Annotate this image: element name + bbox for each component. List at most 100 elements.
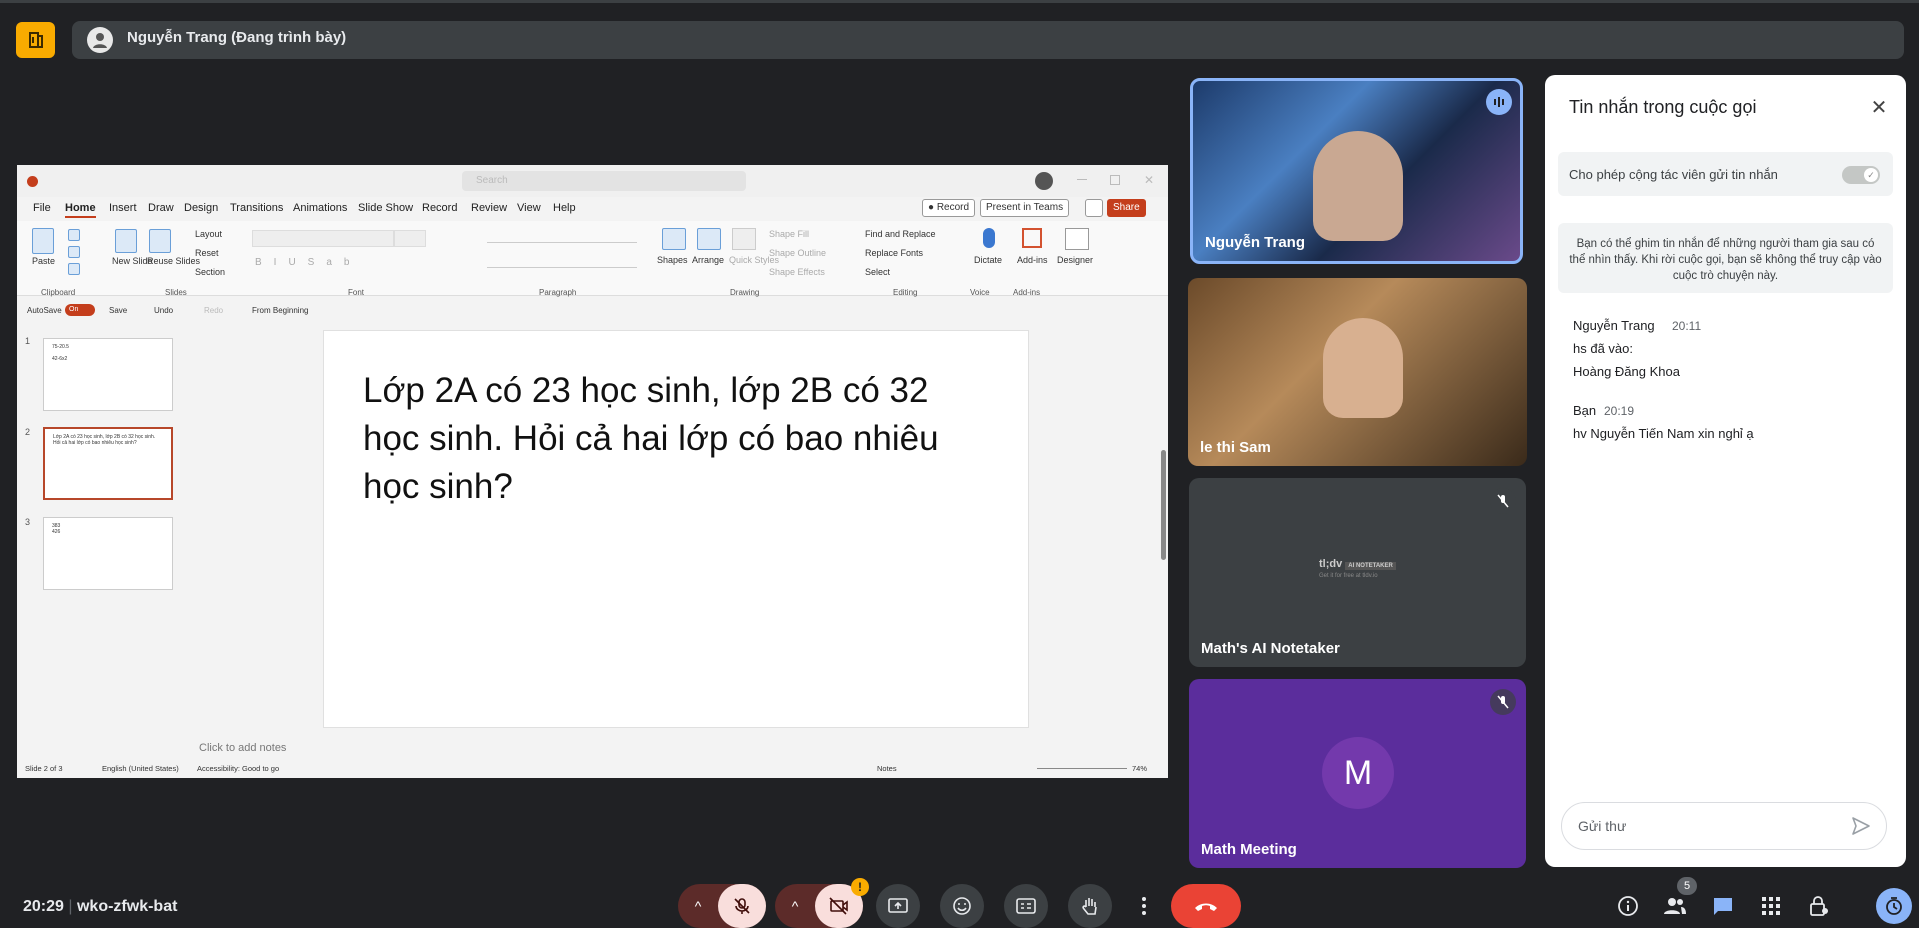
shape-fill-button[interactable]: Shape Fill	[769, 229, 809, 239]
menu-transitions[interactable]: Transitions	[230, 202, 283, 214]
zoom-level[interactable]: 74%	[1132, 764, 1147, 773]
find-replace-button[interactable]: Find and Replace	[865, 229, 936, 239]
minimize-icon[interactable]	[1077, 179, 1087, 180]
section-button[interactable]: Section	[195, 267, 225, 277]
captions-button[interactable]	[1004, 884, 1048, 928]
participant-tile-math-meeting[interactable]: M Math Meeting	[1189, 679, 1526, 868]
shape-outline-button[interactable]: Shape Outline	[769, 248, 826, 258]
paste-icon[interactable]	[32, 228, 54, 254]
microphone-icon[interactable]	[983, 228, 995, 248]
font-name-field[interactable]	[252, 230, 394, 247]
designer-label[interactable]: Designer	[1057, 255, 1093, 265]
apps-grid-icon	[1762, 897, 1780, 915]
microphone-control: ^	[678, 884, 766, 928]
participant-tile-le-thi-sam[interactable]: le thi Sam	[1188, 278, 1527, 466]
present-screen-button[interactable]	[876, 884, 920, 928]
ppt-search-box[interactable]: Search	[462, 171, 746, 191]
notes-placeholder[interactable]: Click to add notes	[199, 742, 286, 754]
ppt-user-avatar[interactable]	[1035, 172, 1053, 190]
format-painter-icon[interactable]	[68, 263, 80, 275]
dictate-label[interactable]: Dictate	[974, 255, 1002, 265]
cut-icon[interactable]	[68, 229, 80, 241]
meet-logo-icon[interactable]	[16, 22, 55, 58]
add-ins-label[interactable]: Add-ins	[1017, 255, 1048, 265]
participant-tile-nguyen-trang[interactable]: Nguyễn Trang	[1190, 78, 1523, 264]
close-icon[interactable]: ✕	[1867, 95, 1891, 119]
paragraph-list-buttons[interactable]	[487, 230, 637, 243]
language-status[interactable]: English (United States)	[102, 764, 179, 773]
accessibility-status[interactable]: Accessibility: Good to go	[197, 764, 279, 773]
participant-tile-notetaker[interactable]: tl;dv AI NOTETAKER Get it for free at tl…	[1189, 478, 1526, 667]
menu-review[interactable]: Review	[471, 202, 507, 214]
activities-button[interactable]	[1757, 892, 1785, 920]
mic-off-button[interactable]	[718, 884, 766, 928]
arrange-label[interactable]: Arrange	[692, 255, 724, 265]
save-button[interactable]: Save	[109, 306, 127, 315]
arrange-icon[interactable]	[697, 228, 721, 250]
reset-button[interactable]: Reset	[195, 248, 219, 258]
shape-effects-button[interactable]: Shape Effects	[769, 267, 825, 277]
font-size-field[interactable]	[394, 230, 426, 247]
menu-view[interactable]: View	[517, 202, 541, 214]
menu-home[interactable]: Home	[65, 202, 96, 218]
redo-button[interactable]: Redo	[204, 306, 223, 315]
slide-thumbnail-2[interactable]: Lớp 2A có 23 học sinh, lớp 2B có 32 học …	[43, 427, 173, 500]
copy-icon[interactable]	[68, 246, 80, 258]
chat-permission-toggle[interactable]: ✓	[1842, 166, 1880, 184]
maximize-icon[interactable]	[1110, 175, 1120, 185]
notes-toggle[interactable]: Notes	[877, 764, 897, 773]
replace-fonts-button[interactable]: Replace Fonts	[865, 248, 923, 258]
send-icon[interactable]	[1850, 815, 1872, 842]
host-controls-button[interactable]	[1805, 892, 1833, 920]
undo-button[interactable]: Undo	[154, 306, 173, 315]
font-format-buttons[interactable]: BIUSab	[255, 257, 361, 268]
paragraph-align-buttons[interactable]	[487, 257, 637, 268]
quick-styles-icon[interactable]	[732, 228, 756, 250]
designer-icon[interactable]	[1065, 228, 1089, 250]
record-button[interactable]: ● Record	[922, 199, 976, 217]
powerpoint-icon	[27, 176, 38, 187]
menu-insert[interactable]: Insert	[109, 202, 137, 214]
reactions-button[interactable]	[940, 884, 984, 928]
camera-off-icon	[829, 897, 848, 915]
comments-icon[interactable]	[1085, 199, 1103, 217]
new-slide-icon[interactable]	[115, 229, 137, 253]
select-button[interactable]: Select	[865, 267, 890, 277]
autosave-state: On	[69, 306, 79, 313]
reuse-slides-icon[interactable]	[149, 229, 171, 253]
close-window-icon[interactable]: ✕	[1144, 173, 1154, 187]
slide-thumbnail-1[interactable]: 75-20.5 42-6x2	[43, 338, 173, 411]
autosave-toggle[interactable]: On	[65, 304, 95, 316]
share-button[interactable]: Share	[1107, 199, 1146, 217]
group-paragraph: Paragraph	[539, 288, 577, 297]
menu-draw[interactable]: Draw	[148, 202, 174, 214]
shapes-label[interactable]: Shapes	[657, 255, 688, 265]
reuse-slides-label[interactable]: Reuse Slides	[147, 256, 200, 266]
paste-label[interactable]: Paste	[32, 256, 55, 266]
zoom-slider[interactable]	[1037, 768, 1127, 769]
from-beginning-button[interactable]: From Beginning	[252, 306, 308, 315]
add-ins-icon[interactable]	[1022, 228, 1042, 248]
camera-options-chevron-icon[interactable]: ^	[775, 884, 815, 928]
shapes-icon[interactable]	[662, 228, 686, 250]
menu-help[interactable]: Help	[553, 202, 576, 214]
meeting-details-button[interactable]	[1614, 892, 1642, 920]
slide-text[interactable]: Lớp 2A có 23 học sinh, lớp 2B có 32 học …	[363, 367, 963, 511]
leave-call-button[interactable]	[1171, 884, 1241, 928]
more-options-button[interactable]	[1132, 884, 1156, 928]
present-in-teams-button[interactable]: Present in Teams	[980, 199, 1070, 217]
menu-animations[interactable]: Animations	[293, 202, 347, 214]
timer-button[interactable]	[1876, 888, 1912, 924]
menu-file[interactable]: File	[33, 202, 51, 214]
people-button[interactable]: 5	[1661, 877, 1697, 920]
slide-scrollbar[interactable]	[1161, 450, 1166, 560]
chat-button[interactable]	[1709, 892, 1737, 920]
menu-slide-show[interactable]: Slide Show	[358, 202, 413, 214]
menu-design[interactable]: Design	[184, 202, 218, 214]
slide-thumbnail-3[interactable]: 383 426	[43, 517, 173, 590]
mic-options-chevron-icon[interactable]: ^	[678, 884, 718, 928]
menu-record[interactable]: Record	[422, 202, 457, 214]
layout-button[interactable]: Layout	[195, 229, 222, 239]
raise-hand-button[interactable]	[1068, 884, 1112, 928]
group-voice: Voice	[970, 288, 990, 297]
